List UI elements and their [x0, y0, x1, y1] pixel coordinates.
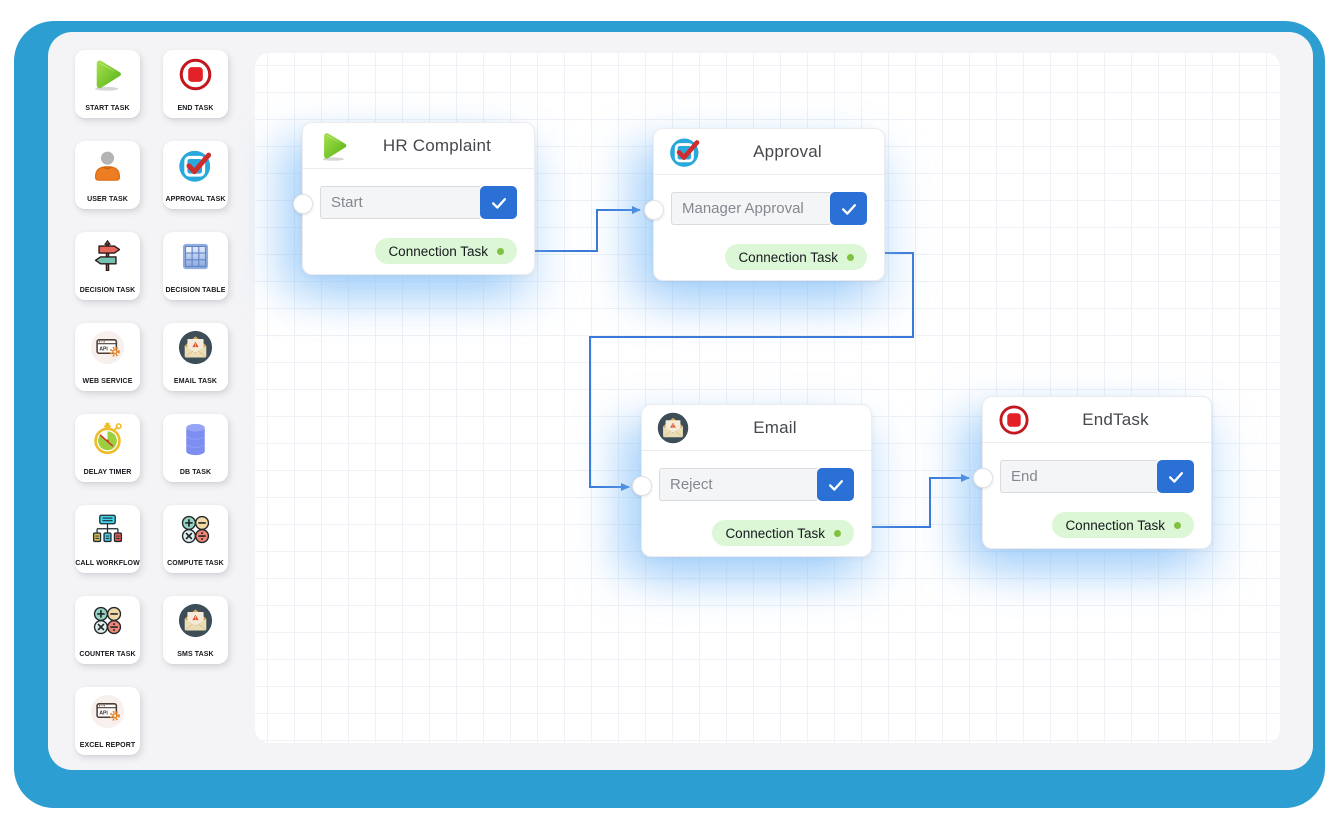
palette-item-label: WEB SERVICE: [83, 378, 133, 385]
palette-item-label: START TASK: [85, 105, 129, 112]
decision-task-icon: [89, 237, 127, 275]
palette-item-delay-timer[interactable]: DELAY TIMER: [75, 414, 140, 482]
input-port[interactable]: [632, 476, 652, 496]
workflow-node-email[interactable]: Email Connection Task: [641, 404, 872, 557]
end-task-icon: [177, 55, 215, 93]
palette-item-decision-table[interactable]: DECISION TABLE: [163, 232, 228, 300]
user-task-icon: [89, 146, 127, 184]
approval-task-icon: [667, 134, 703, 170]
status-dot: [847, 254, 854, 261]
check-icon: [489, 193, 509, 213]
task-name-input[interactable]: [659, 468, 817, 501]
palette-item-label: APPROVAL TASK: [165, 196, 225, 203]
check-icon: [1166, 467, 1186, 487]
delay-timer-icon: [89, 419, 127, 457]
confirm-button[interactable]: [480, 186, 517, 219]
connection-task-badge[interactable]: Connection Task: [725, 244, 867, 270]
input-port[interactable]: [973, 468, 993, 488]
call-workflow-icon: [89, 510, 127, 548]
confirm-button[interactable]: [1157, 460, 1194, 493]
palette-item-excel-report[interactable]: EXCEL REPORT: [75, 687, 140, 755]
workflow-node-endtask[interactable]: EndTask Connection Task: [982, 396, 1212, 549]
palette-item-label: DELAY TIMER: [84, 469, 132, 476]
badge-label: Connection Task: [1065, 518, 1165, 533]
sms-task-icon: [177, 601, 215, 639]
email-task-icon: [177, 328, 215, 366]
task-name-input[interactable]: [671, 192, 830, 225]
start-task-icon: [316, 128, 352, 164]
task-name-input[interactable]: [320, 186, 480, 219]
palette-item-compute-task[interactable]: COMPUTE TASK: [163, 505, 228, 573]
palette-item-label: EXCEL REPORT: [80, 742, 136, 749]
palette-item-label: COUNTER TASK: [79, 651, 135, 658]
start-task-icon: [89, 55, 127, 93]
badge-label: Connection Task: [738, 250, 838, 265]
input-port[interactable]: [293, 194, 313, 214]
db-task-icon: [177, 419, 215, 457]
node-title: HR Complaint: [352, 136, 522, 156]
palette-item-db-task[interactable]: DB TASK: [163, 414, 228, 482]
palette-item-call-workflow[interactable]: CALL WORKFLOW: [75, 505, 140, 573]
status-dot: [497, 248, 504, 255]
palette-item-label: SMS TASK: [177, 651, 213, 658]
check-icon: [839, 199, 859, 219]
end-task-icon: [996, 402, 1032, 438]
decision-table-icon: [177, 237, 215, 275]
palette-item-label: DB TASK: [180, 469, 211, 476]
palette-item-label: DECISION TASK: [80, 287, 136, 294]
palette-item-user-task[interactable]: USER TASK: [75, 141, 140, 209]
palette-item-start-task[interactable]: START TASK: [75, 50, 140, 118]
counter-task-icon: [89, 601, 127, 639]
status-dot: [834, 530, 841, 537]
palette-item-sms-task[interactable]: SMS TASK: [163, 596, 228, 664]
connection-task-badge[interactable]: Connection Task: [712, 520, 854, 546]
node-title: Approval: [703, 142, 872, 162]
badge-label: Connection Task: [725, 526, 825, 541]
palette-item-label: USER TASK: [87, 196, 128, 203]
confirm-button[interactable]: [830, 192, 867, 225]
check-icon: [826, 475, 846, 495]
palette-item-web-service[interactable]: WEB SERVICE: [75, 323, 140, 391]
input-port[interactable]: [644, 200, 664, 220]
palette-item-label: EMAIL TASK: [174, 378, 217, 385]
palette-item-label: CALL WORKFLOW: [75, 560, 140, 567]
palette-item-decision-task[interactable]: DECISION TASK: [75, 232, 140, 300]
status-dot: [1174, 522, 1181, 529]
task-palette: START TASK END TASK USER TASK APPROVAL T…: [75, 50, 228, 755]
approval-task-icon: [177, 146, 215, 184]
confirm-button[interactable]: [817, 468, 854, 501]
task-name-input[interactable]: [1000, 460, 1157, 493]
web-service-icon: [89, 328, 127, 366]
node-title: Email: [691, 418, 859, 438]
palette-item-label: COMPUTE TASK: [167, 560, 224, 567]
palette-item-label: DECISION TABLE: [166, 287, 226, 294]
palette-item-end-task[interactable]: END TASK: [163, 50, 228, 118]
excel-report-icon: [89, 692, 127, 730]
workflow-node-hr-complaint[interactable]: HR Complaint Connection Task: [302, 122, 535, 275]
badge-label: Connection Task: [388, 244, 488, 259]
palette-item-email-task[interactable]: EMAIL TASK: [163, 323, 228, 391]
connection-task-badge[interactable]: Connection Task: [1052, 512, 1194, 538]
connection-task-badge[interactable]: Connection Task: [375, 238, 517, 264]
node-title: EndTask: [1032, 410, 1199, 430]
workflow-designer-page: START TASK END TASK USER TASK APPROVAL T…: [0, 0, 1338, 815]
email-task-icon: [655, 410, 691, 446]
palette-item-label: END TASK: [177, 105, 213, 112]
palette-item-approval-task[interactable]: APPROVAL TASK: [163, 141, 228, 209]
compute-task-icon: [177, 510, 215, 548]
palette-item-counter-task[interactable]: COUNTER TASK: [75, 596, 140, 664]
workflow-node-approval[interactable]: Approval Connection Task: [653, 128, 885, 281]
